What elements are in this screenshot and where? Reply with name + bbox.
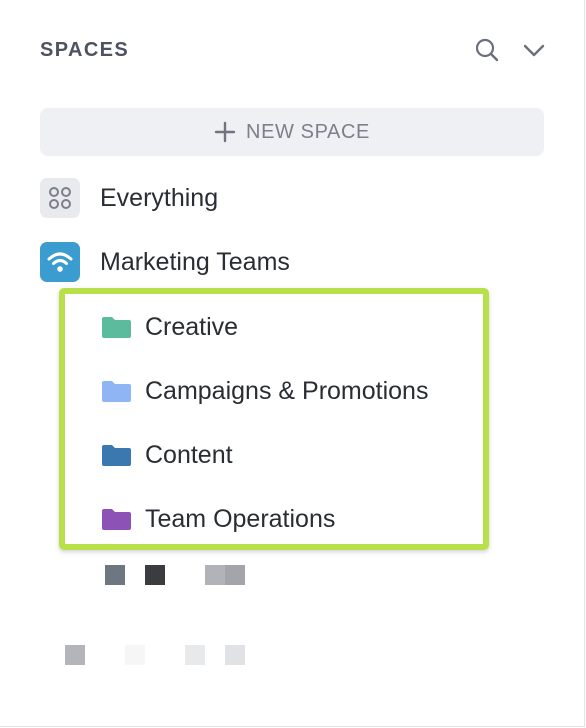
folder-label: Content: [145, 440, 233, 469]
folder-label: Team Operations: [145, 504, 336, 533]
folder-label: Campaigns & Promotions: [145, 376, 429, 405]
folder-item-campaigns-promotions[interactable]: Campaigns & Promotions: [102, 371, 482, 411]
wifi-icon: [40, 242, 80, 282]
grid-icon: [40, 178, 80, 218]
folder-item-creative[interactable]: Creative: [102, 307, 482, 347]
space-item-everything[interactable]: Everything: [40, 178, 560, 218]
obscured-pixel: [125, 645, 145, 665]
folder-icon: [102, 381, 131, 402]
chevron-down-icon[interactable]: [520, 36, 548, 64]
new-space-label: NEW SPACE: [246, 120, 370, 143]
obscured-pixel: [205, 565, 225, 585]
new-space-button[interactable]: NEW SPACE: [40, 108, 544, 156]
obscured-pixel: [225, 565, 245, 585]
folder-item-content[interactable]: Content: [102, 435, 482, 475]
folder-label: Creative: [145, 312, 239, 341]
space-item-marketing-teams[interactable]: Marketing Teams: [40, 242, 560, 282]
folder-item-team-operations[interactable]: Team Operations: [102, 499, 482, 539]
search-icon[interactable]: [473, 36, 501, 64]
plus-icon: [214, 121, 236, 143]
space-item-label: Everything: [100, 183, 219, 212]
spaces-title: SPACES: [40, 39, 130, 61]
folder-icon: [102, 317, 131, 338]
spaces-sidebar: SPACES NEW SPACE Everything Marketing Te…: [0, 0, 585, 727]
folder-icon: [102, 445, 131, 466]
obscured-pixel: [185, 645, 205, 665]
obscured-pixel: [65, 645, 85, 665]
folder-icon: [102, 509, 131, 530]
obscured-pixel: [225, 645, 245, 665]
obscured-pixel: [145, 565, 165, 585]
obscured-pixel: [105, 565, 125, 585]
space-item-label: Marketing Teams: [100, 247, 290, 276]
